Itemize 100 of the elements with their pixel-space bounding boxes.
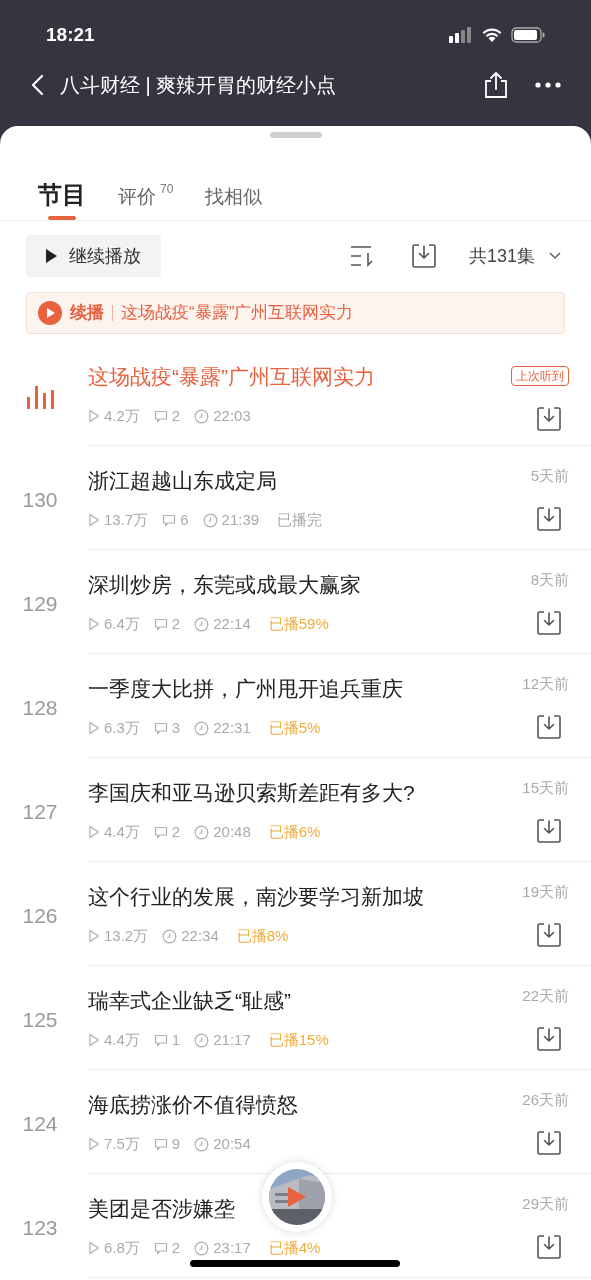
clock-icon (194, 720, 210, 736)
episode-title[interactable]: 美团是否涉嫌垄 (88, 1194, 523, 1224)
clock-icon (162, 928, 178, 944)
download-icon[interactable] (536, 1234, 562, 1260)
play-count: 6.3万 (104, 718, 140, 738)
duration: 21:39 (221, 510, 260, 530)
duration: 22:03 (213, 406, 251, 426)
resume-label: 续播 (70, 302, 104, 325)
share-icon[interactable] (483, 71, 509, 99)
progress-status: 已播5% (268, 718, 321, 738)
play-icon (88, 721, 100, 736)
comment-count: 2 (171, 1238, 181, 1258)
comment-icon (153, 1241, 168, 1255)
download-icon[interactable] (536, 506, 562, 532)
comment-count: 2 (171, 822, 181, 842)
comment-count: 9 (171, 1134, 181, 1154)
download-icon[interactable] (536, 922, 562, 948)
download-icon[interactable] (536, 1026, 562, 1052)
duration: 20:48 (213, 822, 251, 842)
episode-title[interactable]: 一季度大比拼，广州甩开追兵重庆 (88, 674, 523, 704)
play-count: 4.2万 (104, 406, 140, 426)
play-icon (88, 409, 100, 424)
duration: 21:17 (213, 1030, 251, 1050)
page-title: 八斗财经 | 爽辣开胃的财经小点 (60, 73, 338, 98)
duration: 20:54 (213, 1134, 251, 1154)
clock-icon (194, 616, 210, 632)
episode-number: 125 (22, 1007, 58, 1034)
comment-count: 2 (171, 406, 181, 426)
comment-count: 1 (171, 1030, 181, 1050)
comment-icon (153, 1137, 168, 1151)
episode-title[interactable]: 深圳炒房，东莞或成最大赢家 (88, 570, 531, 600)
download-icon[interactable] (536, 610, 562, 636)
episode-title[interactable]: 这个行业的发展，南沙要学习新加坡 (88, 882, 523, 912)
play-count: 13.2万 (104, 926, 149, 946)
episode-date: 5天前 (530, 466, 569, 486)
more-icon[interactable] (535, 82, 561, 88)
tab[interactable]: 评价 70 (118, 180, 174, 220)
episode-date: 8天前 (530, 570, 569, 590)
comment-icon (153, 617, 168, 631)
play-icon (88, 1137, 100, 1152)
episode-title[interactable]: 李国庆和亚马逊贝索斯差距有多大? (88, 778, 523, 808)
clock-icon (194, 1136, 210, 1152)
episode-title[interactable]: 瑞幸式企业缺乏“耻感” (88, 986, 523, 1016)
play-count: 13.7万 (104, 510, 149, 530)
episode-title[interactable]: 海底捞涨价不值得愤怒 (88, 1090, 523, 1120)
play-count: 6.8万 (104, 1238, 140, 1258)
episode-count-dropdown[interactable]: 共131集 (468, 242, 565, 270)
sort-icon[interactable] (348, 245, 375, 267)
progress-status: 已播6% (268, 822, 321, 842)
play-circle-icon (38, 301, 62, 325)
episode-number: 127 (22, 799, 58, 826)
play-icon (88, 617, 100, 632)
duration: 22:31 (213, 718, 251, 738)
play-icon (46, 249, 57, 263)
clock-icon (194, 1240, 210, 1256)
chevron-icon (549, 252, 561, 260)
status-time: 18:21 (46, 22, 95, 47)
progress-status: 已播8% (236, 926, 289, 946)
play-icon (88, 929, 100, 944)
tab[interactable]: 节目 (38, 180, 86, 220)
progress-status: 已播15% (268, 1030, 329, 1050)
episode-date: 12天前 (522, 674, 569, 694)
duration: 22:34 (181, 926, 219, 946)
episode-date: 26天前 (522, 1090, 569, 1110)
clock-icon (194, 824, 210, 840)
progress-status: 已播59% (268, 614, 329, 634)
play-icon (288, 1187, 306, 1207)
episode-date: 22天前 (522, 986, 569, 1006)
comment-icon (153, 1033, 168, 1047)
comment-count: 6 (180, 510, 189, 530)
episode-title[interactable]: 浙江超越山东成定局 (88, 466, 531, 496)
play-icon (88, 513, 100, 528)
episode-number: 129 (22, 591, 58, 618)
battery-icon (511, 27, 545, 43)
download-icon[interactable] (536, 406, 562, 432)
clock-icon (202, 512, 218, 528)
download-icon[interactable] (536, 714, 562, 740)
play-count: 6.4万 (104, 614, 140, 634)
download-icon[interactable] (536, 1130, 562, 1156)
episode-date: 19天前 (522, 882, 569, 902)
tab[interactable]: 找相似 (205, 180, 263, 220)
episode-date: 29天前 (522, 1194, 569, 1214)
continue-play-button[interactable]: 继续播放 (26, 235, 161, 277)
duration: 23:17 (213, 1238, 251, 1258)
duration: 22:14 (213, 614, 251, 634)
progress-status: 已播完 (277, 510, 323, 530)
comment-count: 3 (171, 718, 181, 738)
episode-number: 128 (22, 695, 58, 722)
episode-date: 15天前 (522, 778, 569, 798)
download-icon[interactable] (536, 818, 562, 844)
download-icon[interactable] (410, 243, 437, 269)
wifi-icon (481, 27, 503, 43)
signal-icon (449, 27, 473, 43)
comment-icon (153, 721, 168, 735)
episode-number: 126 (22, 903, 58, 930)
back-icon[interactable] (30, 73, 46, 97)
play-icon (88, 1241, 100, 1256)
clock-icon (194, 408, 210, 424)
last-played-badge: 上次听到 (511, 366, 569, 386)
resume-title: 这场战疫“暴露”广州互联网实力 (121, 302, 354, 325)
